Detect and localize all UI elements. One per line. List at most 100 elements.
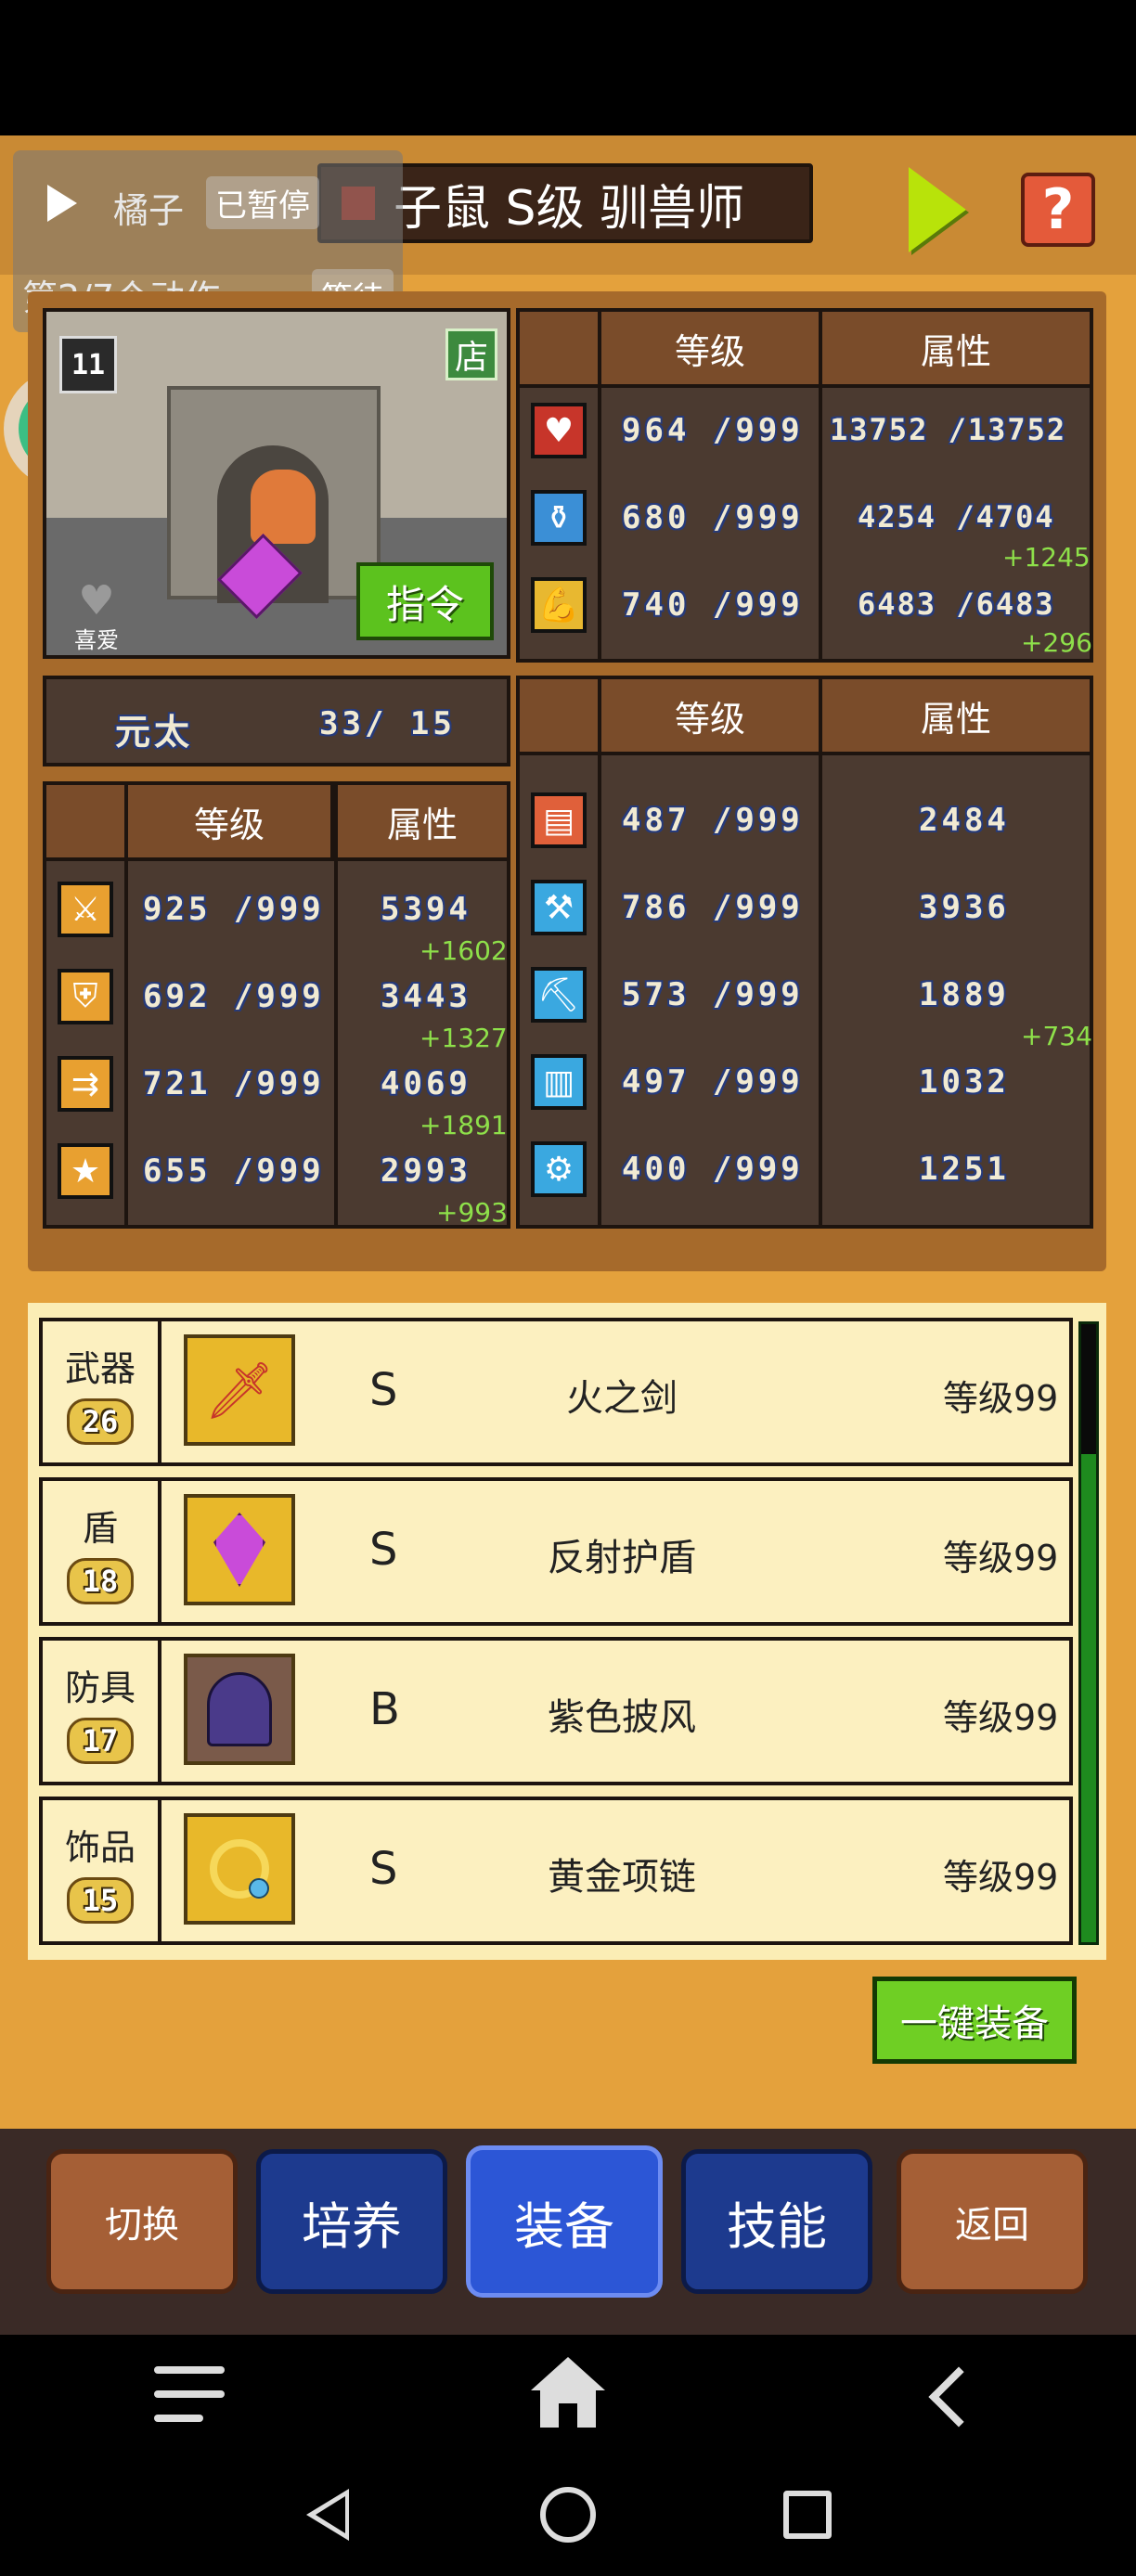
slot-label: 盾 xyxy=(82,1507,118,1549)
shield-icon: ⛨ xyxy=(58,969,113,1024)
vital-level: 964 /999 xyxy=(622,412,804,449)
vital-attr: 13752 /13752 xyxy=(830,412,1067,447)
equipment-row-shield[interactable]: 盾 18 S 反射护盾 等级99 xyxy=(39,1477,1073,1626)
next-character-button[interactable] xyxy=(900,163,975,256)
item-name: 火之剑 xyxy=(566,1377,678,1420)
combat-stats-table: 等级 属性 ⚔ 925 /999 5394 +1602 ⛨ 692 /999 3… xyxy=(43,781,510,1229)
play-button[interactable] xyxy=(32,173,93,234)
shop-button[interactable]: 店 xyxy=(445,328,497,380)
equipment-row-accessory[interactable]: 饰品 15 S 黄金项链 等级99 xyxy=(39,1797,1073,1945)
combat-bonus: +1602 xyxy=(420,935,508,966)
book-icon: ▤ xyxy=(531,792,587,848)
character-short-name: 元太 xyxy=(115,712,194,753)
tab-skills[interactable]: 技能 xyxy=(681,2149,872,2294)
combat-bonus: +1891 xyxy=(420,1110,508,1140)
paused-badge: 已暂停 xyxy=(206,176,319,229)
slot-label: 武器 xyxy=(64,1347,136,1389)
item-rank: S xyxy=(369,1843,398,1895)
skill-bonus: +734 xyxy=(1021,1021,1092,1051)
back-chevron-icon[interactable] xyxy=(924,2364,989,2429)
slot-label: 饰品 xyxy=(64,1826,136,1868)
combat-level: 721 /999 xyxy=(143,1065,325,1102)
skill-level: 400 /999 xyxy=(622,1151,804,1188)
vital-bonus: +296 xyxy=(1021,627,1092,658)
item-name: 反射护盾 xyxy=(548,1537,696,1579)
slot-cell: 饰品 15 xyxy=(43,1800,161,1941)
item-name: 紫色披风 xyxy=(548,1696,696,1739)
tab-train[interactable]: 培养 xyxy=(256,2149,447,2294)
system-recents-icon[interactable] xyxy=(783,2491,832,2539)
equipment-row-weapon[interactable]: 武器 26 🗡 S 火之剑 等级99 xyxy=(39,1318,1073,1466)
skill-level: 786 /999 xyxy=(622,889,804,926)
help-button[interactable]: ? xyxy=(1021,173,1095,247)
vital-bonus: +1245 xyxy=(1002,542,1091,573)
item-level: 等级99 xyxy=(943,1697,1059,1738)
vitals-col-attr: 属性 xyxy=(822,312,1090,384)
right-arrow-icon xyxy=(909,167,966,252)
skills-col-level: 等级 xyxy=(601,679,822,752)
skill-level: 487 /999 xyxy=(622,802,804,839)
menu-icon[interactable] xyxy=(154,2366,225,2422)
equipment-row-armor[interactable]: 防具 17 B 紫色披风 等级99 xyxy=(39,1637,1073,1785)
home-icon[interactable] xyxy=(531,2357,605,2431)
vital-level: 680 /999 xyxy=(622,499,804,536)
system-back-icon[interactable] xyxy=(303,2487,358,2543)
arrows-icon: ⇉ xyxy=(58,1056,113,1112)
star-icon: ★ xyxy=(58,1143,113,1199)
skill-level: 497 /999 xyxy=(622,1063,804,1101)
combat-attr: 3443 xyxy=(381,978,471,1015)
potion-icon: ⚱ xyxy=(531,490,587,546)
fire-sword-icon: 🗡 xyxy=(184,1334,295,1446)
combat-col-attr: 属性 xyxy=(338,785,507,857)
purple-cape-icon xyxy=(184,1654,295,1765)
slot-level: 18 xyxy=(67,1557,134,1604)
shovel-icon: ⛏ xyxy=(531,967,587,1023)
slot-level: 17 xyxy=(67,1717,134,1764)
system-home-icon[interactable] xyxy=(540,2487,596,2543)
tab-back[interactable]: 返回 xyxy=(897,2149,1088,2294)
level-badge: 11 xyxy=(59,336,117,393)
one-key-equip-button[interactable]: 一键装备 xyxy=(872,1977,1077,2064)
character-sprite xyxy=(217,470,334,619)
tab-equip[interactable]: 装备 xyxy=(466,2145,663,2298)
status-bar xyxy=(0,0,1136,135)
play-icon xyxy=(47,185,77,222)
character-portrait: 11 店 ♥ 喜爱 指令 xyxy=(43,308,510,659)
skill-attr: 1889 xyxy=(919,976,1010,1013)
skill-attr: 3936 xyxy=(919,889,1010,926)
muscle-icon: 💪 xyxy=(531,577,587,633)
sword-icon: ⚔ xyxy=(58,882,113,937)
slot-level: 26 xyxy=(67,1397,134,1445)
purple-gem-icon xyxy=(184,1494,295,1605)
skill-level: 573 /999 xyxy=(622,976,804,1013)
slot-level: 15 xyxy=(67,1876,134,1924)
vitals-col-level: 等级 xyxy=(601,312,822,384)
skill-attr: 1251 xyxy=(919,1151,1010,1188)
hammer-icon: ⚒ xyxy=(531,880,587,935)
item-level: 等级99 xyxy=(943,1378,1059,1419)
slot-cell: 盾 18 xyxy=(43,1481,161,1622)
combat-col-level: 等级 xyxy=(128,785,334,857)
slot-label: 防具 xyxy=(64,1667,136,1708)
overlay-script-name: 橘子 xyxy=(113,190,185,231)
gold-necklace-icon xyxy=(184,1813,295,1925)
combat-level: 692 /999 xyxy=(143,978,325,1015)
name-count-bar: 元太 33/ 15 xyxy=(43,676,510,766)
combat-level: 925 /999 xyxy=(143,891,325,928)
combat-attr: 5394 xyxy=(381,891,471,928)
skill-attr: 1032 xyxy=(919,1063,1010,1101)
item-name: 黄金项链 xyxy=(548,1856,696,1899)
slot-cell: 武器 26 xyxy=(43,1321,161,1462)
equipment-scrollbar[interactable] xyxy=(1078,1321,1099,1945)
character-count: 33/ 15 xyxy=(319,705,456,742)
character-title: 子鼠 S级 驯兽师 xyxy=(394,180,745,237)
favorite-button[interactable]: ♥ 喜爱 xyxy=(59,581,134,655)
scrollbar-thumb[interactable] xyxy=(1081,1324,1096,1454)
command-button[interactable]: 指令 xyxy=(356,562,494,640)
vital-attr: 6483 /6483 xyxy=(858,586,1055,622)
item-rank: S xyxy=(369,1364,398,1416)
tab-switch[interactable]: 切换 xyxy=(46,2149,238,2294)
item-level: 等级99 xyxy=(943,1857,1059,1898)
item-level: 等级99 xyxy=(943,1538,1059,1578)
skills-table: 等级 属性 ▤ 487 /999 2484 ⚒ 786 /999 3936 ⛏ … xyxy=(516,676,1093,1229)
